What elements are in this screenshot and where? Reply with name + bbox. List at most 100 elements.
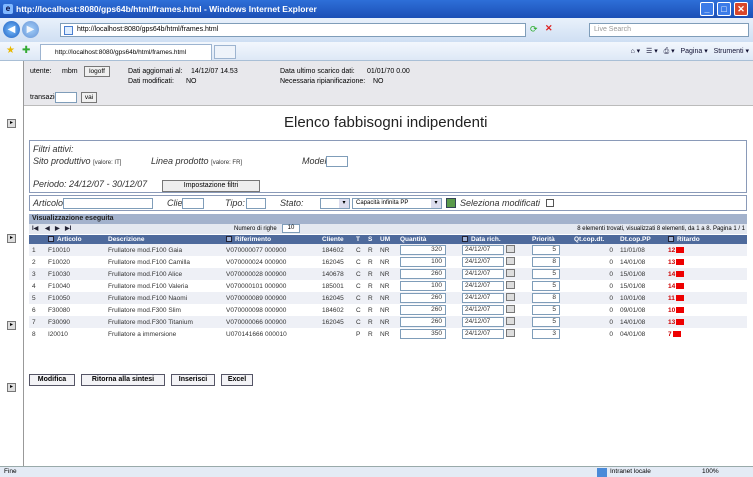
excel-button[interactable]: Excel [221, 374, 253, 386]
col-date-cov[interactable]: Dt.cop.PP [617, 235, 665, 244]
quantity-input[interactable]: 260 [400, 269, 446, 279]
next-page-icon[interactable]: ▶ [55, 224, 60, 234]
col-quantity[interactable]: Quantità [397, 235, 459, 244]
col-priority[interactable]: Priorità [529, 235, 571, 244]
frame-toggle-button[interactable]: ▸ [7, 383, 16, 392]
table-row[interactable]: 8 I20010 Frullatore a immersione U070141666… [29, 328, 747, 340]
date-input[interactable]: 24/12/07 [462, 305, 504, 315]
calendar-icon[interactable] [506, 245, 515, 254]
col-delay[interactable]: Ritardo [665, 235, 747, 244]
favorites-star-icon[interactable]: ★ [6, 45, 15, 56]
priority-input[interactable]: 3 [532, 329, 560, 339]
priority-input[interactable]: 5 [532, 281, 560, 291]
frame-toggle-button[interactable]: ▸ [7, 234, 16, 243]
quantity-input[interactable]: 260 [400, 293, 446, 303]
date-input[interactable]: 24/12/07 [462, 269, 504, 279]
priority-input[interactable]: 5 [532, 269, 560, 279]
calendar-icon[interactable] [506, 293, 515, 302]
date-input[interactable]: 24/12/07 [462, 317, 504, 327]
table-row[interactable]: 7 F30090 Frullatore mod.F300 Titanium V0700… [29, 316, 747, 328]
col-request-date[interactable]: Data rich. [459, 235, 529, 244]
calendar-icon[interactable] [506, 317, 515, 326]
priority-input[interactable]: 8 [532, 257, 560, 267]
quantity-input[interactable]: 260 [400, 305, 446, 315]
priority-input[interactable]: 5 [532, 317, 560, 327]
select-modified-checkbox[interactable] [546, 199, 554, 207]
model-input[interactable] [326, 156, 348, 167]
priority-input[interactable]: 8 [532, 293, 560, 303]
home-icon[interactable]: ⌂ [630, 48, 634, 55]
priority-input[interactable]: 5 [532, 305, 560, 315]
back-button[interactable]: ◀ [3, 21, 20, 38]
frame-toggle-button[interactable]: ▸ [7, 321, 16, 330]
page-menu[interactable]: Pagina [680, 48, 702, 55]
quantity-input[interactable]: 320 [400, 245, 446, 255]
filter-settings-button[interactable]: Impostazione filtri [162, 180, 260, 192]
table-row[interactable]: 3 F10030 Frullatore mod.F100 Alice V0700000… [29, 268, 747, 280]
table-row[interactable]: 2 F10020 Frullatore mod.F100 Camilla V07000… [29, 256, 747, 268]
stop-icon[interactable]: ✕ [545, 23, 553, 34]
print-icon[interactable]: ⎙ [664, 48, 670, 55]
new-tab-button[interactable] [214, 45, 236, 59]
zoom-level[interactable]: 100% [702, 467, 719, 477]
calendar-icon[interactable] [506, 281, 515, 290]
state-select[interactable]: ▾ [320, 198, 350, 209]
table-row[interactable]: 4 F10040 Frullatore mod.F100 Valeria V07000… [29, 280, 747, 292]
col-um[interactable]: UM [377, 235, 397, 244]
modify-button[interactable]: Modifica [29, 374, 75, 386]
minimize-button[interactable]: _ [700, 2, 714, 16]
date-input[interactable]: 24/12/07 [462, 281, 504, 291]
last-page-icon[interactable]: ▶I [65, 224, 71, 234]
col-qty-cov[interactable]: Qt.cop.dt. [571, 235, 617, 244]
client-input[interactable] [182, 198, 204, 209]
close-button[interactable]: ✕ [734, 2, 748, 16]
forward-button[interactable]: ▶ [22, 21, 39, 38]
calendar-icon[interactable] [506, 305, 515, 314]
quantity-input[interactable]: 100 [400, 281, 446, 291]
col-label: T [356, 236, 360, 243]
date-input[interactable]: 24/12/07 [462, 245, 504, 255]
date-input[interactable]: 24/12/07 [462, 329, 504, 339]
quantity-input[interactable]: 350 [400, 329, 446, 339]
frame-toggle-button[interactable]: ▸ [7, 119, 16, 128]
priority-input[interactable]: 5 [532, 245, 560, 255]
address-input[interactable]: http://localhost:8080/gps64b/html/frames… [60, 23, 526, 37]
go-button[interactable]: vai [81, 92, 97, 103]
browser-tab[interactable]: http://localhost:8080/gps64b/html/frames… [40, 44, 212, 60]
maximize-button[interactable]: □ [717, 2, 731, 16]
calendar-icon[interactable] [506, 257, 515, 266]
table-row[interactable]: 1 F10010 Frullatore mod.F100 Gaia V07000007… [29, 244, 747, 256]
rows-input[interactable]: 10 [282, 224, 300, 233]
tools-menu[interactable]: Strumenti [714, 48, 744, 55]
col-reference[interactable]: Riferimento [223, 235, 319, 244]
date-input[interactable]: 24/12/07 [462, 293, 504, 303]
search-input[interactable]: Live Search [589, 23, 749, 37]
feeds-icon[interactable]: ☰ [646, 48, 652, 55]
refresh-icon[interactable]: ⟳ [530, 24, 538, 35]
capacity-select[interactable]: Capacità infinita PP ▾ [352, 198, 442, 209]
insert-button[interactable]: Inserisci [171, 374, 215, 386]
col-client[interactable]: Cliente [319, 235, 353, 244]
col-t[interactable]: T [353, 235, 365, 244]
calendar-icon[interactable] [506, 329, 515, 338]
apply-icon[interactable] [446, 198, 456, 208]
table-row[interactable]: 5 F10050 Frullatore mod.F100 Naomi V0700000… [29, 292, 747, 304]
quantity-input[interactable]: 100 [400, 257, 446, 267]
sort-icon [462, 236, 468, 243]
col-article[interactable]: Articolo [45, 235, 105, 244]
quantity-input[interactable]: 260 [400, 317, 446, 327]
col-s[interactable]: S [365, 235, 377, 244]
add-favorite-icon[interactable]: ✚ [22, 45, 30, 56]
col-description[interactable]: Descrizione [105, 235, 223, 244]
date-input[interactable]: 24/12/07 [462, 257, 504, 267]
calendar-icon[interactable] [506, 269, 515, 278]
prev-page-icon[interactable]: ◀ [45, 224, 50, 234]
back-to-summary-button[interactable]: Ritorna alla sintesi [81, 374, 165, 386]
transaction-input[interactable] [55, 92, 77, 103]
type-input[interactable] [246, 198, 266, 209]
table-row[interactable]: 6 F30080 Frullatore mod.F300 Slim V07000009… [29, 304, 747, 316]
logoff-button[interactable]: logoff [84, 66, 110, 77]
article-input[interactable] [63, 198, 153, 209]
first-page-icon[interactable]: I◀ [32, 224, 38, 234]
user-label: utente: [30, 68, 52, 75]
